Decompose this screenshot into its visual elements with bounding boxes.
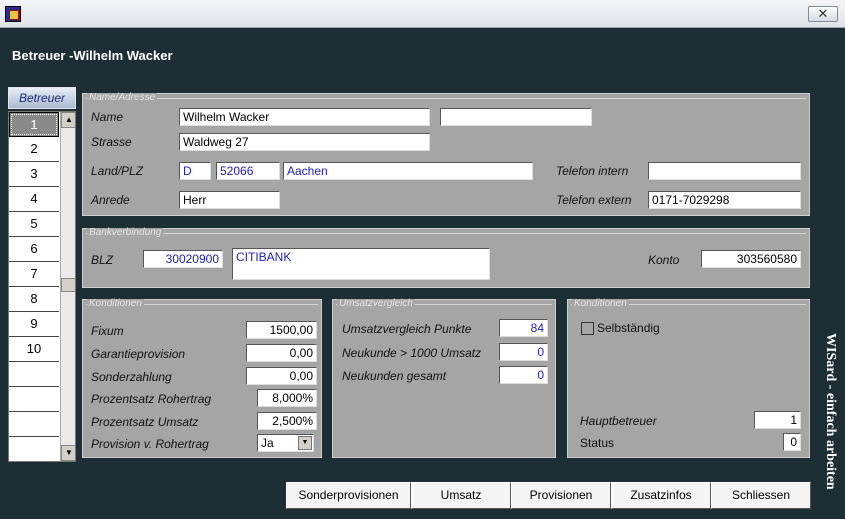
list-item[interactable]: 5 bbox=[9, 212, 59, 237]
points-label: Umsatzvergleich Punkte bbox=[342, 322, 472, 336]
self-employed-checkbox[interactable] bbox=[581, 322, 594, 335]
bank-panel: Bankverbindung BLZ 30020900 CITIBANK Kon… bbox=[82, 228, 810, 288]
sales-button[interactable]: Umsatz bbox=[411, 482, 511, 509]
zip-field[interactable]: 52066 bbox=[216, 162, 280, 180]
conditions-panel: Konditionen Fixum 1500,00 Garantieprovis… bbox=[82, 299, 322, 458]
account-field[interactable]: 303560580 bbox=[701, 250, 801, 268]
brand-tagline: WISard - einfach arbeiten bbox=[818, 333, 840, 513]
close-button[interactable]: Schliessen bbox=[711, 482, 811, 509]
list-item[interactable]: 6 bbox=[9, 237, 59, 262]
guarantee-label: Garantieprovision bbox=[91, 347, 186, 361]
gross-percent-field[interactable]: 8,000% bbox=[257, 389, 317, 407]
status-label: Status bbox=[580, 436, 615, 450]
salutation-field[interactable]: Herr bbox=[179, 191, 280, 209]
betreuer-list[interactable]: 1 2 3 4 5 6 7 8 9 10 ▲ ▼ bbox=[8, 111, 76, 462]
scroll-thumb[interactable] bbox=[61, 278, 75, 292]
street-label: Strasse bbox=[91, 135, 132, 149]
scroll-up-icon[interactable]: ▲ bbox=[61, 112, 75, 128]
street-field[interactable]: Waldweg 27 bbox=[179, 133, 430, 151]
name2-field[interactable] bbox=[440, 108, 592, 126]
country-zip-label: Land/PLZ bbox=[91, 164, 144, 178]
name-address-panel: Name/Adresse Name Wilhelm Wacker Strasse… bbox=[82, 93, 810, 216]
name-label: Name bbox=[91, 110, 124, 124]
special-payment-label: Sonderzahlung bbox=[91, 370, 172, 384]
list-item[interactable] bbox=[9, 362, 59, 387]
window-close-button[interactable]: ✕ bbox=[808, 6, 838, 22]
new-customers-label: Neukunde > 1000 Umsatz bbox=[342, 346, 482, 360]
country-field[interactable]: D bbox=[179, 162, 211, 180]
commission-label: Provision v. Rohertrag bbox=[91, 437, 209, 451]
list-item[interactable]: 9 bbox=[9, 312, 59, 337]
new-total-label: Neukunden gesamt bbox=[342, 369, 447, 383]
list-item[interactable]: 3 bbox=[9, 162, 59, 187]
scroll-down-icon[interactable]: ▼ bbox=[61, 445, 75, 461]
panel-legend: Konditionen bbox=[572, 298, 629, 309]
fixum-field[interactable]: 1500,00 bbox=[246, 321, 317, 339]
list-item[interactable]: 1 bbox=[9, 112, 59, 137]
list-item[interactable]: 4 bbox=[9, 187, 59, 212]
panel-legend: Konditionen bbox=[87, 298, 144, 309]
fixum-label: Fixum bbox=[91, 324, 124, 338]
list-header[interactable]: Betreuer bbox=[8, 87, 76, 109]
guarantee-field[interactable]: 0,00 bbox=[246, 344, 317, 362]
phone-external-field[interactable]: 0171-7029298 bbox=[648, 191, 801, 209]
list-item[interactable]: 2 bbox=[9, 137, 59, 162]
page-title: Betreuer -Wilhelm Wacker bbox=[12, 48, 173, 63]
bank-name-field[interactable]: CITIBANK bbox=[232, 248, 490, 280]
commission-select[interactable]: Ja ▼ bbox=[257, 434, 314, 452]
phone-external-label: Telefon extern bbox=[556, 193, 632, 207]
sales-percent-label: Prozentsatz Umsatz bbox=[91, 415, 199, 429]
phone-internal-field[interactable] bbox=[648, 162, 801, 180]
list-scrollbar[interactable]: ▲ ▼ bbox=[60, 112, 75, 461]
special-payment-field[interactable]: 0,00 bbox=[246, 367, 317, 385]
salutation-label: Anrede bbox=[91, 193, 130, 207]
commission-select-value: Ja bbox=[261, 436, 274, 450]
list-item[interactable] bbox=[9, 387, 59, 412]
window-titlebar: ✕ bbox=[0, 0, 845, 28]
panel-legend: Umsatzvergleich bbox=[337, 298, 415, 309]
list-item[interactable]: 7 bbox=[9, 262, 59, 287]
name-field[interactable]: Wilhelm Wacker bbox=[179, 108, 430, 126]
status-field[interactable]: 0 bbox=[783, 433, 801, 451]
points-field[interactable]: 84 bbox=[499, 319, 548, 337]
list-item[interactable]: 8 bbox=[9, 287, 59, 312]
new-total-field[interactable]: 0 bbox=[499, 366, 548, 384]
list-item[interactable]: 10 bbox=[9, 337, 59, 362]
main-supervisor-label: Hauptbetreuer bbox=[580, 414, 657, 428]
special-commissions-button[interactable]: Sonderprovisionen bbox=[286, 482, 411, 509]
sales-comparison-panel: Umsatzvergleich Umsatzvergleich Punkte 8… bbox=[332, 299, 556, 458]
app-icon bbox=[5, 6, 21, 22]
self-employed-label: Selbständig bbox=[597, 321, 660, 335]
sales-percent-field[interactable]: 2,500% bbox=[257, 412, 317, 430]
panel-legend: Name/Adresse bbox=[87, 92, 158, 103]
account-label: Konto bbox=[648, 253, 680, 267]
commissions-button[interactable]: Provisionen bbox=[511, 482, 611, 509]
blz-field[interactable]: 30020900 bbox=[143, 250, 223, 268]
conditions2-panel: Konditionen Selbständig Hauptbetreuer 1 … bbox=[567, 299, 810, 458]
new-customers-field[interactable]: 0 bbox=[499, 343, 548, 361]
city-field[interactable]: Aachen bbox=[283, 162, 533, 180]
panel-legend: Bankverbindung bbox=[87, 227, 164, 238]
main-supervisor-field[interactable]: 1 bbox=[754, 411, 801, 429]
blz-label: BLZ bbox=[91, 253, 114, 267]
additional-info-button[interactable]: Zusatzinfos bbox=[611, 482, 711, 509]
brand-tagline-text: WISard - einfach arbeiten bbox=[823, 333, 838, 490]
gross-percent-label: Prozentsatz Rohertrag bbox=[91, 392, 212, 406]
phone-internal-label: Telefon intern bbox=[556, 164, 629, 178]
list-item[interactable] bbox=[9, 412, 59, 437]
chevron-down-icon[interactable]: ▼ bbox=[298, 436, 312, 450]
